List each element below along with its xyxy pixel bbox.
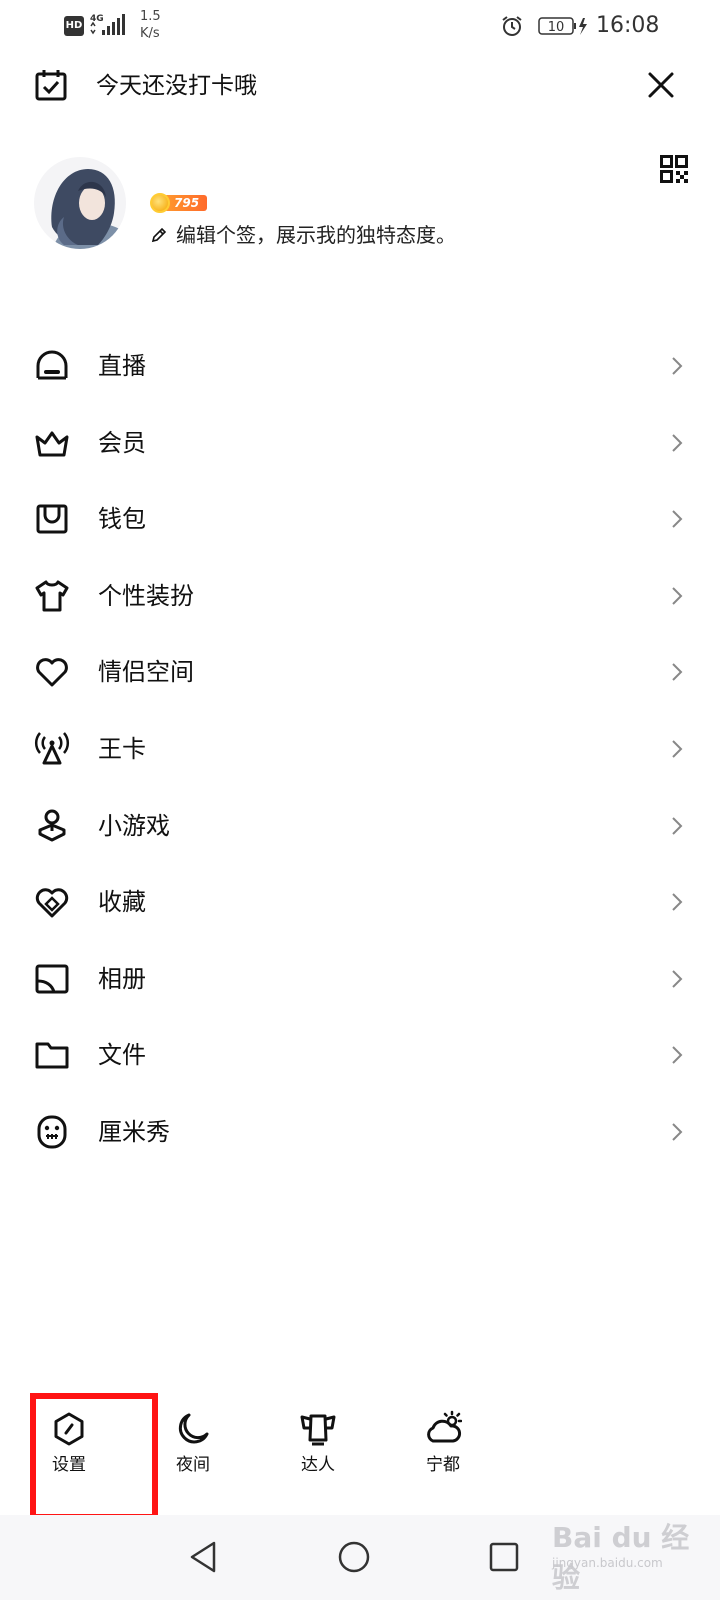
battery-level: 10 bbox=[548, 20, 565, 35]
wallet-icon bbox=[36, 504, 68, 534]
heart-icon bbox=[36, 658, 68, 687]
calendar-check-icon[interactable] bbox=[34, 68, 68, 102]
chevron-right-icon bbox=[672, 357, 683, 375]
chevron-right-icon bbox=[672, 970, 683, 988]
chevron-right-icon bbox=[672, 1123, 683, 1141]
coin-icon bbox=[150, 193, 170, 213]
recents-icon[interactable] bbox=[484, 1537, 524, 1577]
menu-item-cmshow[interactable]: 厘米秀 bbox=[0, 1094, 720, 1171]
baidu-watermark-url: jingyan.baidu.com bbox=[552, 1556, 663, 1570]
chevron-right-icon bbox=[672, 1046, 683, 1065]
signature-edit[interactable]: 编辑个签，展示我的独特态度。 bbox=[150, 220, 456, 250]
network-type: 4G bbox=[90, 14, 104, 24]
alarm-icon bbox=[502, 16, 522, 36]
menu-label-album: 相册 bbox=[98, 964, 146, 993]
menu-label-favorites: 收藏 bbox=[98, 888, 146, 917]
chevron-right-icon bbox=[672, 663, 683, 682]
menu-item-wallet[interactable]: 钱包 bbox=[0, 481, 720, 558]
checkin-text[interactable]: 今天还没打卡哦 bbox=[96, 70, 257, 102]
cmshow-icon bbox=[37, 1115, 67, 1149]
level-number: 795 bbox=[164, 195, 208, 211]
hd-indicator: HD bbox=[64, 16, 84, 36]
menu-label-files: 文件 bbox=[98, 1041, 146, 1070]
menu-item-vip[interactable]: 会员 bbox=[0, 405, 720, 482]
expert-icon bbox=[300, 1414, 336, 1446]
status-bar: HD 4G 1.5 K/s 10 16:08 bbox=[0, 0, 720, 52]
antenna-icon bbox=[35, 732, 69, 765]
qq-side-drawer: HD 4G 1.5 K/s 10 16:08 今天还没打卡哦 795 编辑个签，… bbox=[0, 0, 720, 1600]
settings-button[interactable]: 设置 bbox=[24, 1410, 114, 1490]
chevron-right-icon bbox=[672, 510, 683, 528]
menu-item-live[interactable]: 直播 bbox=[0, 328, 720, 405]
chevron-right-icon bbox=[672, 816, 683, 835]
chevron-right-icon bbox=[672, 893, 683, 911]
folder-icon bbox=[35, 1042, 69, 1069]
chevron-right-icon bbox=[672, 740, 683, 758]
speed-unit: K/s bbox=[140, 26, 160, 41]
menu-item-favorites[interactable]: 收藏 bbox=[0, 864, 720, 941]
menu-item-theme[interactable]: 个性装扮 bbox=[0, 558, 720, 635]
battery-icon: 10 bbox=[538, 17, 587, 35]
back-icon[interactable] bbox=[184, 1537, 224, 1577]
menu-item-files[interactable]: 文件 bbox=[0, 1017, 720, 1094]
avatar[interactable] bbox=[34, 157, 126, 249]
menu-label-kingcard: 王卡 bbox=[98, 734, 146, 763]
menu-item-minigame[interactable]: 小游戏 bbox=[0, 788, 720, 865]
menu-label-theme: 个性装扮 bbox=[98, 581, 194, 610]
menu-item-couple[interactable]: 情侣空间 bbox=[0, 634, 720, 711]
menu-label-couple: 情侣空间 bbox=[98, 658, 194, 687]
menu-label-wallet: 钱包 bbox=[98, 505, 146, 534]
signal-icon: 4G bbox=[90, 14, 125, 35]
chevron-right-icon bbox=[672, 433, 683, 452]
level-badge[interactable]: 795 bbox=[150, 193, 208, 213]
night-label: 夜间 bbox=[176, 1455, 210, 1475]
album-icon bbox=[35, 964, 69, 994]
joystick-icon bbox=[38, 809, 66, 842]
menu-item-kingcard[interactable]: 王卡 bbox=[0, 711, 720, 788]
pencil-icon bbox=[151, 227, 167, 243]
avatar-image bbox=[34, 157, 126, 249]
live-icon bbox=[36, 350, 68, 380]
signature-text: 编辑个签，展示我的独特态度。 bbox=[176, 223, 456, 247]
expert-button[interactable]: 达人 bbox=[273, 1410, 363, 1490]
bottom-toolbar: 设置 夜间 达人 宁都 bbox=[0, 1390, 720, 1500]
speed-value: 1.5 bbox=[140, 9, 161, 24]
crown-icon bbox=[35, 431, 69, 457]
network-speed: 1.5 K/s bbox=[140, 8, 180, 42]
close-icon[interactable] bbox=[646, 70, 676, 100]
moon-icon bbox=[178, 1413, 209, 1444]
qr-code-icon[interactable] bbox=[660, 155, 688, 183]
menu-list: 直播 会员 钱包 个性装扮 情侣空间 王卡 小游戏 收藏 相册 文件 厘米秀 bbox=[0, 328, 720, 1171]
favorite-icon bbox=[35, 888, 69, 918]
settings-label: 设置 bbox=[52, 1455, 86, 1475]
night-mode-button[interactable]: 夜间 bbox=[148, 1410, 238, 1490]
chevron-right-icon bbox=[672, 587, 683, 605]
home-icon[interactable] bbox=[334, 1537, 374, 1577]
menu-label-live: 直播 bbox=[98, 352, 146, 380]
menu-item-album[interactable]: 相册 bbox=[0, 941, 720, 1018]
settings-icon bbox=[54, 1412, 84, 1446]
menu-label-cmshow: 厘米秀 bbox=[98, 1117, 170, 1146]
expert-label: 达人 bbox=[301, 1455, 335, 1475]
clock: 16:08 bbox=[596, 13, 660, 38]
menu-label-vip: 会员 bbox=[98, 428, 146, 457]
weather-label: 宁都 bbox=[426, 1455, 460, 1475]
weather-button[interactable]: 宁都 bbox=[398, 1410, 488, 1490]
weather-icon bbox=[427, 1410, 462, 1443]
tshirt-icon bbox=[35, 580, 69, 612]
menu-label-minigame: 小游戏 bbox=[98, 811, 170, 840]
